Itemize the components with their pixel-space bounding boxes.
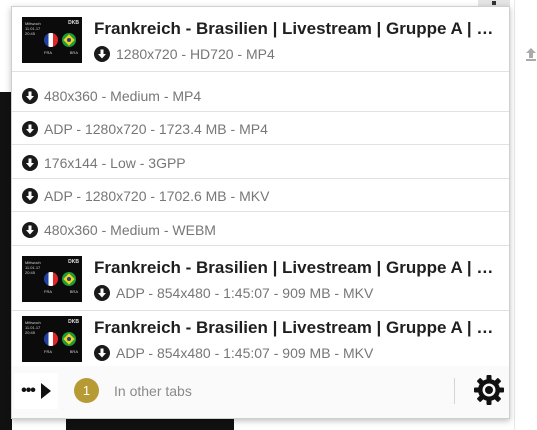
thumbnail-info: Mittwoch 11.01.17 20:45 [25, 21, 41, 36]
brazil-flag-icon [62, 33, 76, 47]
format-item[interactable]: ADP - 1280x720 - 1723.4 MB - MP4 [12, 112, 509, 145]
format-item[interactable]: ADP - 1280x720 - 1702.6 MB - MKV [12, 179, 509, 212]
thumbnail-team-codes: FRA BRA [44, 289, 78, 294]
download-icon [22, 87, 38, 104]
video-format-label: ADP - 854x480 - 1:45:07 - 909 MB - MKV [116, 345, 374, 361]
thumbnail-info: Mittwoch 11.01.17 20:45 [25, 260, 41, 275]
france-flag-icon [44, 272, 58, 286]
video-title: Frankreich - Brasilien | Livestream | Gr… [94, 318, 504, 337]
video-thumbnail: Mittwoch 11.01.17 20:45 DKB FRA BRA [22, 256, 82, 302]
video-format: 1280x720 - HD720 - MP4 [94, 45, 275, 63]
france-flag-icon [44, 332, 58, 346]
france-flag-icon [44, 33, 58, 47]
gear-icon[interactable] [473, 374, 505, 406]
download-icon [22, 120, 38, 137]
thumbnail-team-codes: FRA BRA [44, 50, 78, 55]
brazil-flag-icon [62, 332, 76, 346]
upload-icon[interactable] [525, 46, 537, 62]
video-thumbnail: Mittwoch 11.01.17 20:45 DKB FRA BRA [22, 17, 82, 63]
video-format: ADP - 854x480 - 1:45:07 - 909 MB - MKV [94, 284, 373, 302]
download-icon [22, 154, 38, 171]
thumbnail-logo: DKB [68, 20, 79, 26]
more-actions-button[interactable]: ••• [14, 373, 58, 409]
video-title: Frankreich - Brasilien | Livestream | Gr… [94, 19, 504, 38]
download-icon [94, 345, 110, 361]
format-label: ADP - 1280x720 - 1702.6 MB - MKV [44, 187, 270, 204]
download-icon [94, 285, 110, 301]
thumbnail-logo: DKB [68, 259, 79, 265]
popup-footer: ••• 1 In other tabs [12, 366, 509, 418]
format-item[interactable]: 480x360 - Medium - WEBM [12, 213, 509, 246]
video-item[interactable]: Mittwoch 11.01.17 20:45 DKB FRA BRA Frank… [12, 7, 509, 72]
thumbnail-logo: DKB [68, 319, 79, 325]
download-icon [94, 46, 110, 62]
download-icon [22, 187, 38, 204]
format-label: 176x144 - Low - 3GPP [44, 154, 186, 171]
thumbnail-info: Mittwoch 11.01.17 20:45 [25, 320, 41, 335]
footer-divider [454, 378, 455, 404]
thumbnail-team-codes: FRA BRA [44, 349, 78, 354]
video-format-label: ADP - 854x480 - 1:45:07 - 909 MB - MKV [116, 285, 374, 301]
format-label: 480x360 - Medium - MP4 [44, 87, 202, 104]
video-thumbnail: Mittwoch 11.01.17 20:45 DKB FRA BRA [22, 316, 82, 362]
download-icon [22, 221, 38, 238]
video-item[interactable]: Mittwoch 11.01.17 20:45 DKB FRA BRA Frank… [12, 306, 509, 371]
video-title: Frankreich - Brasilien | Livestream | Gr… [94, 258, 504, 277]
format-label: 480x360 - Medium - WEBM [44, 221, 216, 238]
other-tabs-link[interactable]: In other tabs [114, 382, 192, 400]
brazil-flag-icon [62, 272, 76, 286]
format-label: ADP - 1280x720 - 1723.4 MB - MP4 [44, 120, 268, 137]
ellipsis-icon: ••• [21, 382, 36, 399]
background-divider [514, 0, 515, 430]
video-format-label: 1280x720 - HD720 - MP4 [116, 46, 275, 62]
download-popup: Mittwoch 11.01.17 20:45 DKB FRA BRA Frank… [11, 6, 510, 419]
video-item[interactable]: Mittwoch 11.01.17 20:45 DKB FRA BRA Frank… [12, 246, 509, 311]
format-item[interactable]: 480x360 - Medium - MP4 [12, 79, 509, 112]
format-item[interactable]: 176x144 - Low - 3GPP [12, 146, 509, 179]
play-arrow-icon [40, 383, 51, 399]
page: Mittwoch 11.01.17 20:45 DKB FRA BRA Frank… [0, 0, 537, 430]
other-tabs-count-badge: 1 [74, 378, 99, 403]
video-format: ADP - 854x480 - 1:45:07 - 909 MB - MKV [94, 344, 373, 362]
